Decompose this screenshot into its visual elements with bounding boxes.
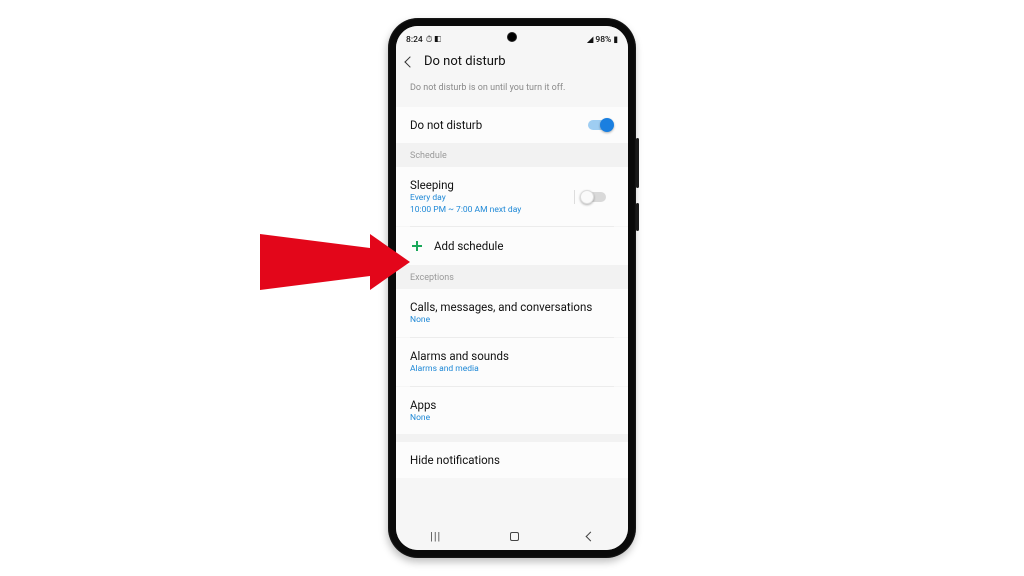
screen: 8:24 ⏱ ◧ ◢ 98% ▮ Do not disturb Do not d… (396, 26, 628, 550)
status-battery-text: 98% (595, 35, 611, 45)
apps-sub: None (410, 413, 436, 424)
status-time: 8:24 (406, 35, 423, 45)
alarms-row[interactable]: Alarms and sounds Alarms and media (396, 338, 628, 386)
nav-home-icon[interactable] (510, 532, 519, 541)
battery-icon: ▮ (613, 35, 618, 45)
status-left-icons: ⏱ ◧ (426, 35, 441, 45)
dnd-toggle-row[interactable]: Do not disturb (396, 107, 628, 143)
front-camera (507, 32, 517, 42)
section-schedule: Schedule (396, 143, 628, 167)
section-exceptions: Exceptions (396, 265, 628, 289)
sleeping-title: Sleeping (410, 178, 521, 192)
nav-recent-icon[interactable]: ||| (430, 530, 441, 543)
power-button (636, 203, 639, 231)
plus-icon (412, 241, 422, 251)
back-icon[interactable] (404, 56, 415, 67)
section-gap (396, 434, 628, 442)
apps-title: Apps (410, 398, 436, 412)
dnd-status-text: Do not disturb is on until you turn it o… (396, 75, 628, 107)
dnd-toggle[interactable] (586, 118, 614, 132)
phone-frame: 8:24 ⏱ ◧ ◢ 98% ▮ Do not disturb Do not d… (388, 18, 636, 558)
sleeping-days: Every day (410, 193, 521, 204)
schedule-sleeping-row[interactable]: Sleeping Every day 10:00 PM ~ 7:00 AM ne… (396, 167, 628, 226)
status-signal-icon: ◢ (587, 35, 594, 45)
nav-back-icon[interactable] (585, 531, 595, 541)
alarms-sub: Alarms and media (410, 364, 509, 375)
alarms-title: Alarms and sounds (410, 349, 509, 363)
sleeping-toggle[interactable] (580, 190, 614, 204)
add-schedule-label: Add schedule (434, 239, 503, 253)
add-schedule-row[interactable]: Add schedule (396, 227, 628, 265)
volume-button (636, 138, 639, 188)
calls-row[interactable]: Calls, messages, and conversations None (396, 289, 628, 337)
calls-sub: None (410, 315, 592, 326)
header: Do not disturb (396, 46, 628, 75)
sleeping-time: 10:00 PM ~ 7:00 AM next day (410, 205, 521, 216)
dnd-label: Do not disturb (410, 118, 482, 132)
hide-notifications-label: Hide notifications (410, 453, 500, 467)
hide-notifications-row[interactable]: Hide notifications (396, 442, 628, 478)
section-exceptions-label: Exceptions (410, 273, 454, 283)
section-schedule-label: Schedule (410, 151, 447, 161)
apps-row[interactable]: Apps None (396, 387, 628, 435)
calls-title: Calls, messages, and conversations (410, 300, 592, 314)
page-title: Do not disturb (424, 54, 506, 69)
nav-bar: ||| (396, 522, 628, 550)
